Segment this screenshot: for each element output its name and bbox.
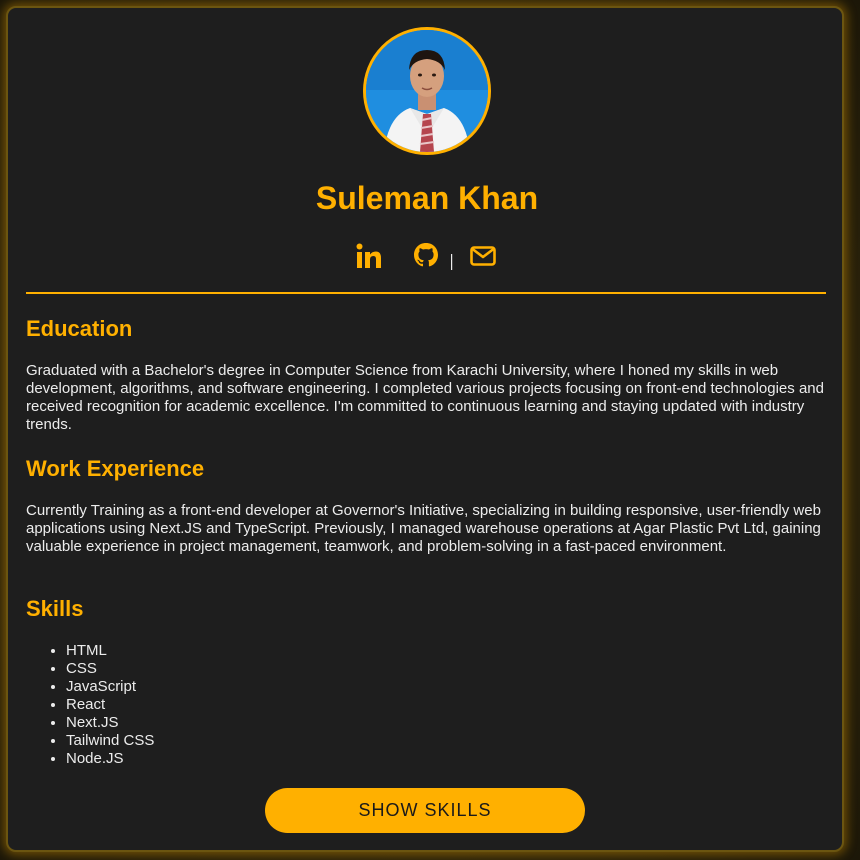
- skill-item: React: [66, 696, 154, 714]
- skill-item: Next.JS: [66, 714, 154, 732]
- social-links: [8, 240, 846, 272]
- avatar: [363, 27, 491, 155]
- mail-icon: [470, 246, 496, 266]
- profile-name: Suleman Khan: [315, 180, 539, 216]
- skill-item: Node.JS: [66, 750, 154, 768]
- linkedin-link[interactable]: [354, 240, 384, 272]
- github-link[interactable]: [411, 240, 441, 272]
- page-background: Suleman Khan Education Graduated with a …: [0, 0, 860, 860]
- experience-heading: Work Experience: [26, 456, 205, 481]
- skill-item: Tailwind CSS: [66, 732, 154, 750]
- skills-heading: Skills: [26, 596, 84, 621]
- email-link[interactable]: [468, 240, 498, 272]
- social-separator: [451, 254, 453, 270]
- skill-item: JavaScript: [66, 678, 154, 696]
- show-skills-button[interactable]: SHOW SKILLS: [265, 788, 585, 833]
- skills-list: HTML CSS JavaScript React Next.JS Tailwi…: [26, 642, 154, 768]
- skill-item: HTML: [66, 642, 154, 660]
- github-icon: [414, 243, 438, 267]
- header-divider: [26, 292, 826, 294]
- education-text: Graduated with a Bachelor's degree in Co…: [26, 362, 824, 433]
- avatar-photo: [366, 30, 488, 152]
- profile-card: Suleman Khan Education Graduated with a …: [6, 6, 844, 852]
- experience-text: Currently Training as a front-end develo…: [26, 502, 821, 555]
- linkedin-icon: [356, 243, 381, 268]
- skill-item: CSS: [66, 660, 154, 678]
- education-heading: Education: [26, 316, 133, 341]
